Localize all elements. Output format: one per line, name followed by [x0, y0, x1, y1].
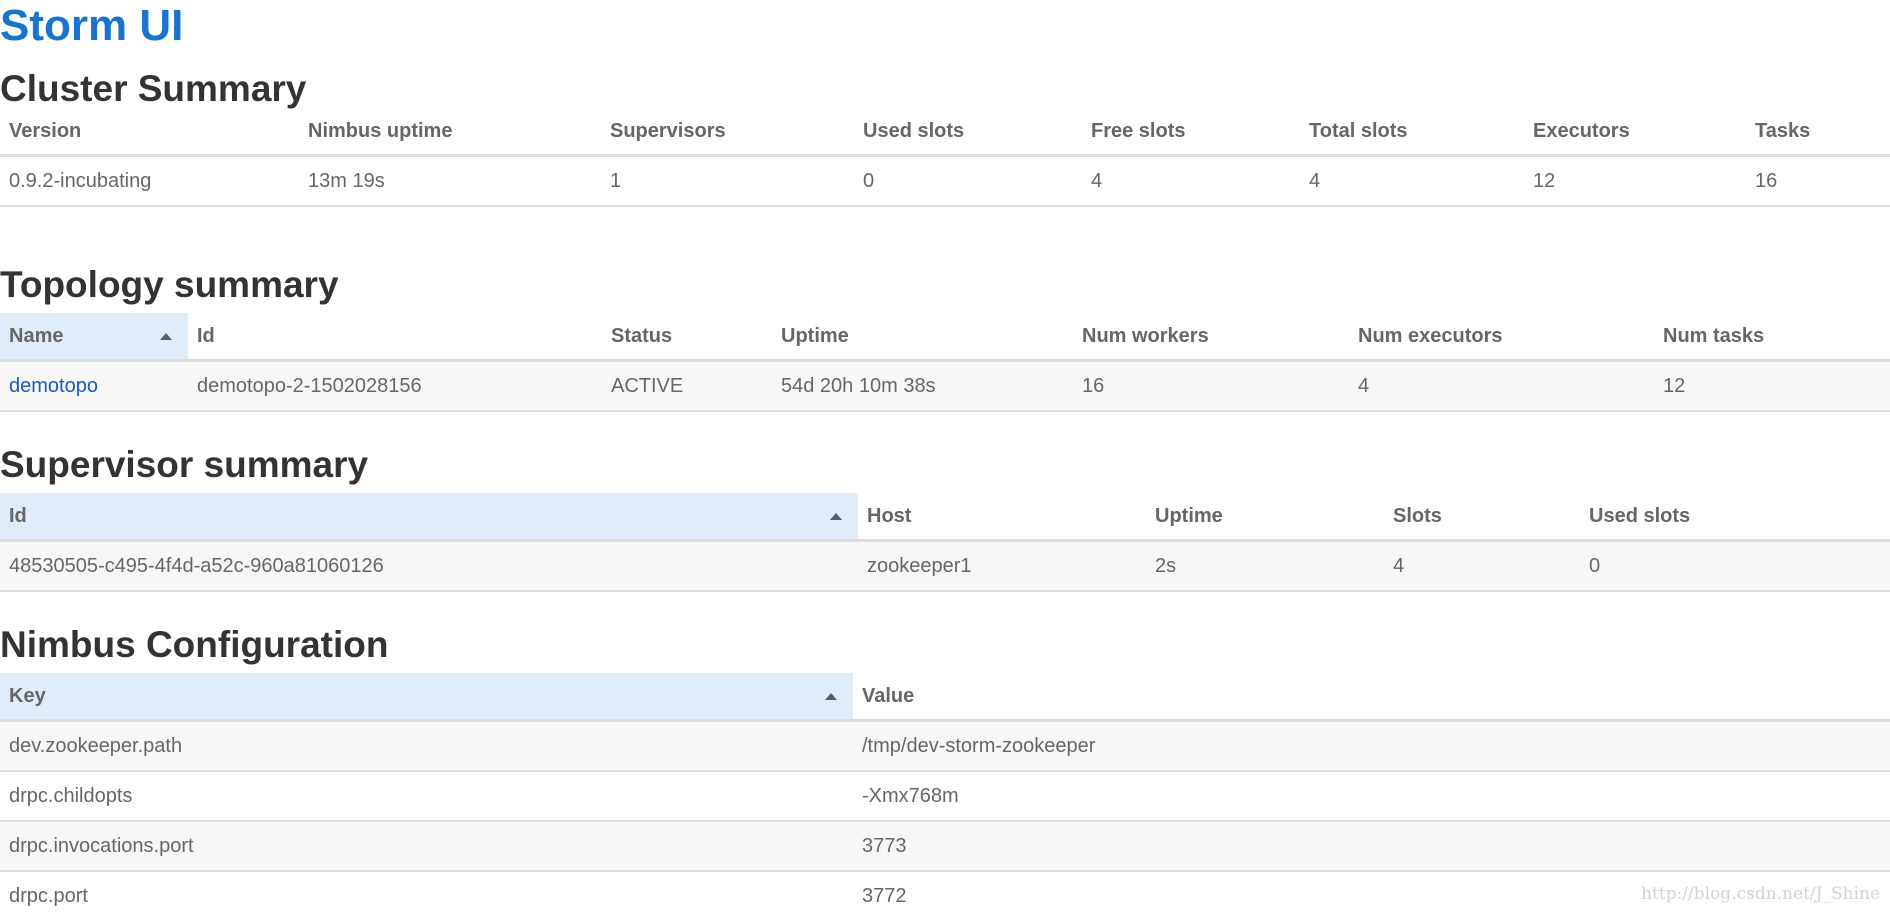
col-header-value[interactable]: Value [853, 673, 1890, 722]
cell-used-slots: 0 [854, 155, 1082, 207]
col-header-name[interactable]: Name [0, 313, 188, 362]
table-row: drpc.port 3772 [0, 871, 1890, 916]
col-header-name-label: Name [9, 324, 64, 347]
topology-summary-title: Topology summary [0, 264, 339, 305]
table-header-row: Name Id Status Uptime Num workers Num ex… [0, 313, 1890, 362]
app-title: Storm UI [0, 1, 184, 50]
col-header-host[interactable]: Host [858, 493, 1146, 542]
col-header-supervisors[interactable]: Supervisors [601, 108, 854, 157]
col-header-free-slots[interactable]: Free slots [1082, 108, 1300, 157]
supervisor-summary-title: Supervisor summary [0, 444, 369, 485]
cell-free-slots: 4 [1082, 155, 1300, 207]
cell-slots: 4 [1384, 540, 1580, 592]
table-header-row: Version Nimbus uptime Supervisors Used s… [0, 108, 1890, 157]
table-row: 0.9.2-incubating 13m 19s 1 0 4 4 12 16 [0, 155, 1890, 207]
cell-uptime: 54d 20h 10m 38s [772, 360, 1073, 412]
cell-num-executors: 4 [1349, 360, 1654, 412]
col-header-uptime[interactable]: Uptime [1146, 493, 1384, 542]
col-header-num-workers[interactable]: Num workers [1073, 313, 1349, 362]
table-row: 48530505-c495-4f4d-a52c-960a81060126 zoo… [0, 540, 1890, 592]
sort-ascending-icon [160, 333, 172, 340]
supervisor-summary-table: Id Host Uptime Slots Used slots 48530505… [0, 493, 1890, 592]
sort-ascending-icon [830, 513, 842, 520]
cell-value: -Xmx768m [853, 771, 1890, 822]
cell-id: demotopo-2-1502028156 [188, 360, 602, 412]
col-header-used-slots[interactable]: Used slots [854, 108, 1082, 157]
col-header-key-label: Key [9, 684, 46, 707]
cell-name: demotopo [0, 360, 188, 412]
cell-key: drpc.invocations.port [0, 821, 853, 872]
col-header-id-label: Id [9, 504, 27, 527]
cell-status: ACTIVE [602, 360, 772, 412]
table-row: drpc.invocations.port 3773 [0, 821, 1890, 872]
col-header-uptime[interactable]: Uptime [772, 313, 1073, 362]
col-header-tasks[interactable]: Tasks [1746, 108, 1890, 157]
cell-id: 48530505-c495-4f4d-a52c-960a81060126 [0, 540, 858, 592]
col-header-id[interactable]: Id [0, 493, 858, 542]
cell-key: drpc.port [0, 871, 853, 916]
cell-num-tasks: 12 [1654, 360, 1890, 412]
sort-ascending-icon [825, 693, 837, 700]
cluster-summary-table: Version Nimbus uptime Supervisors Used s… [0, 108, 1890, 207]
cell-tasks: 16 [1746, 155, 1890, 207]
col-header-status[interactable]: Status [602, 313, 772, 362]
col-header-total-slots[interactable]: Total slots [1300, 108, 1524, 157]
cell-version: 0.9.2-incubating [0, 155, 299, 207]
col-header-num-executors[interactable]: Num executors [1349, 313, 1654, 362]
table-row: drpc.childopts -Xmx768m [0, 771, 1890, 822]
topology-summary-table: Name Id Status Uptime Num workers Num ex… [0, 313, 1890, 412]
table-row: demotopo demotopo-2-1502028156 ACTIVE 54… [0, 360, 1890, 412]
col-header-key[interactable]: Key [0, 673, 853, 722]
table-row: dev.zookeeper.path /tmp/dev-storm-zookee… [0, 720, 1890, 772]
col-header-version[interactable]: Version [0, 108, 299, 157]
storm-ui-page: Storm UI Cluster Summary Version Nimbus … [0, 0, 1890, 916]
col-header-executors[interactable]: Executors [1524, 108, 1746, 157]
cell-uptime: 2s [1146, 540, 1384, 592]
cell-supervisors: 1 [601, 155, 854, 207]
watermark: http://blog.csdn.net/J_Shine [1641, 884, 1880, 904]
cluster-summary-title: Cluster Summary [0, 68, 307, 109]
cell-host: zookeeper1 [858, 540, 1146, 592]
topology-link[interactable]: demotopo [9, 375, 98, 397]
cell-used-slots: 0 [1580, 540, 1890, 592]
cell-value: 3773 [853, 821, 1890, 872]
table-header-row: Id Host Uptime Slots Used slots [0, 493, 1890, 542]
cell-total-slots: 4 [1300, 155, 1524, 207]
cell-key: dev.zookeeper.path [0, 720, 853, 772]
nimbus-configuration-title: Nimbus Configuration [0, 624, 389, 665]
col-header-num-tasks[interactable]: Num tasks [1654, 313, 1890, 362]
col-header-slots[interactable]: Slots [1384, 493, 1580, 542]
cell-key: drpc.childopts [0, 771, 853, 822]
col-header-nimbus-uptime[interactable]: Nimbus uptime [299, 108, 601, 157]
nimbus-configuration-table: Key Value dev.zookeeper.path /tmp/dev-st… [0, 673, 1890, 916]
cell-nimbus-uptime: 13m 19s [299, 155, 601, 207]
cell-num-workers: 16 [1073, 360, 1349, 412]
cell-value: /tmp/dev-storm-zookeeper [853, 720, 1890, 772]
table-header-row: Key Value [0, 673, 1890, 722]
cell-executors: 12 [1524, 155, 1746, 207]
col-header-used-slots[interactable]: Used slots [1580, 493, 1890, 542]
col-header-id[interactable]: Id [188, 313, 602, 362]
